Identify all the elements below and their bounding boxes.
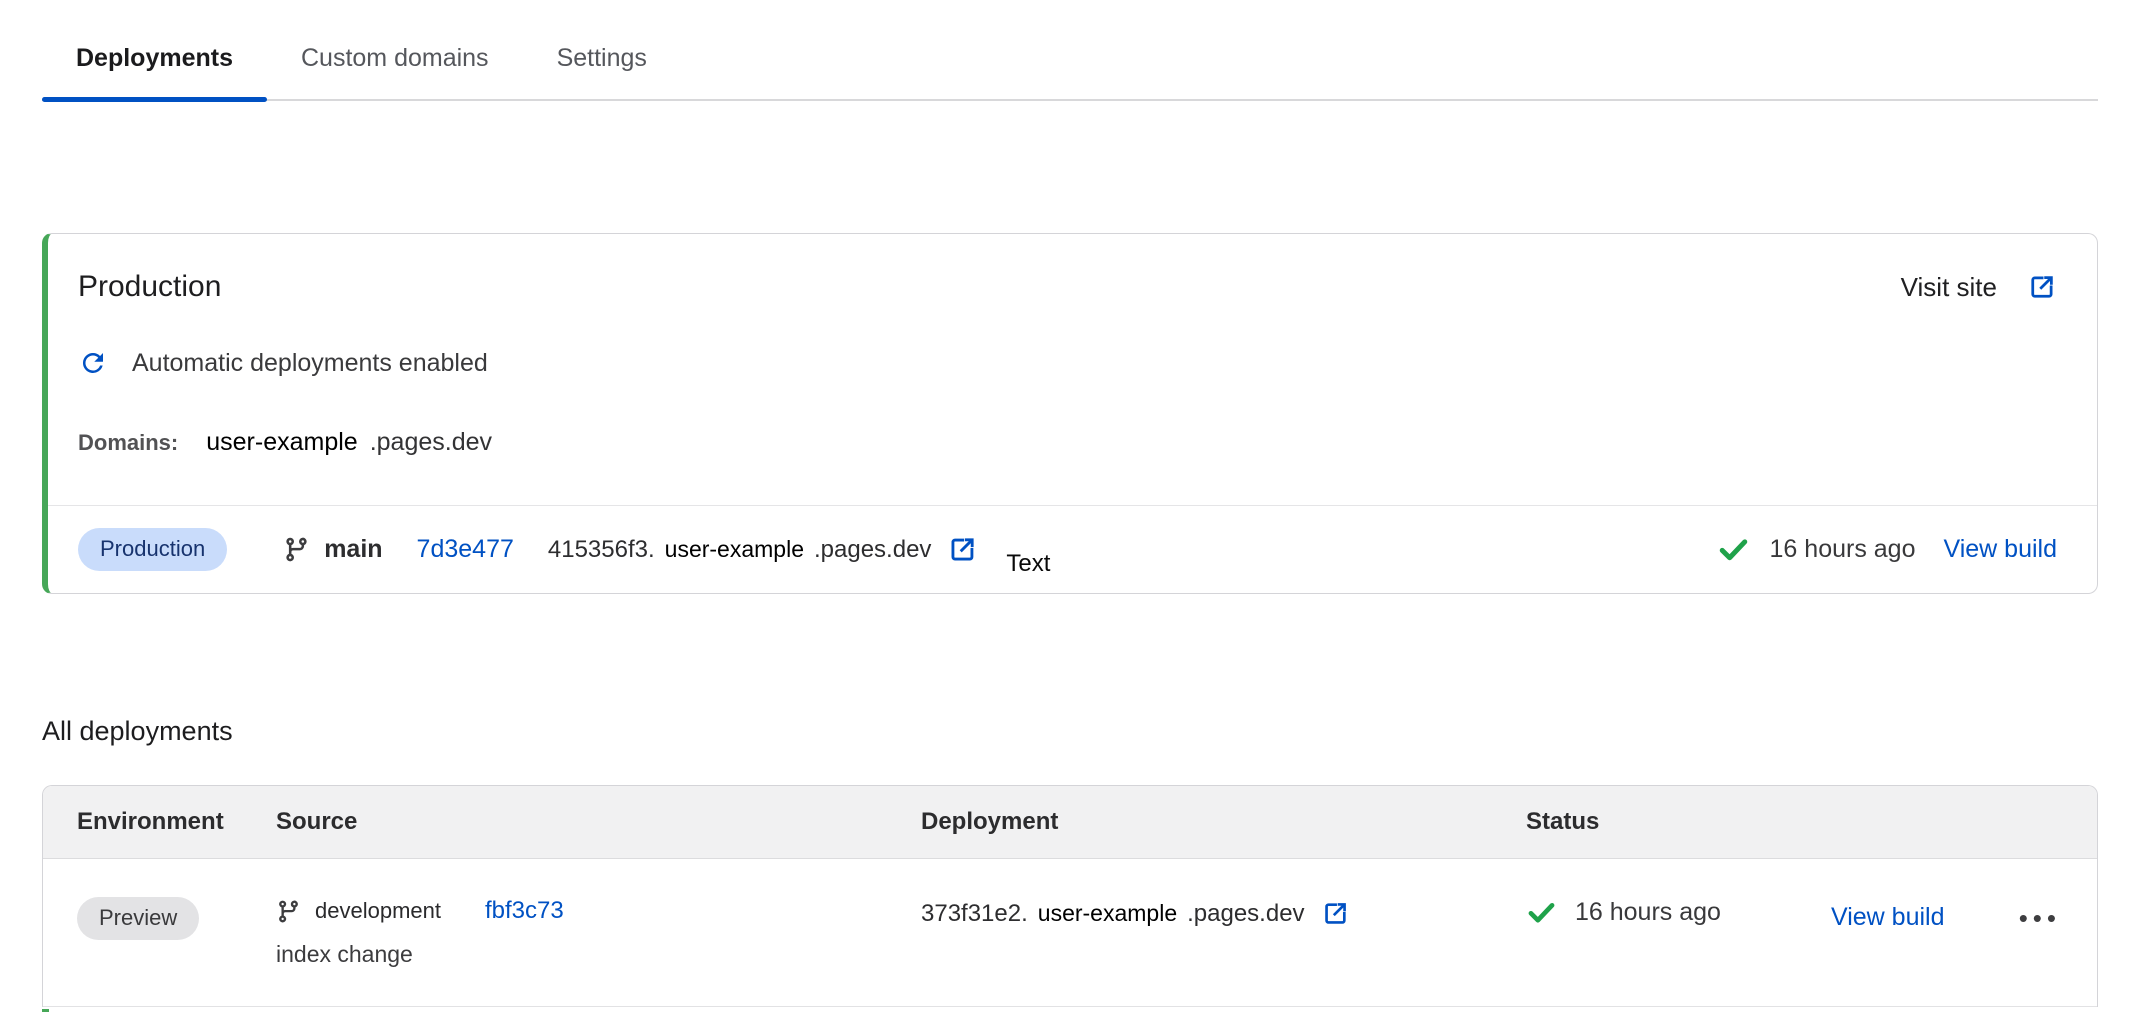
domains-label: Domains: [78,430,178,456]
production-card-main: Production Visit site [48,234,2097,505]
all-deployments-heading: All deployments [42,716,2098,747]
git-branch-icon [276,899,301,924]
commit-link[interactable]: fbf3c73 [485,897,564,925]
external-link-icon[interactable] [1321,899,1350,928]
commit-message: index change [276,941,921,968]
tab-custom-domains[interactable]: Custom domains [267,28,523,99]
deploy-time: 16 hours ago [1770,535,1916,564]
view-build-link[interactable]: View build [1831,903,1945,931]
row-menu-button[interactable]: ••• [2019,897,2061,931]
column-header-environment: Environment [77,808,276,836]
tab-settings[interactable]: Settings [523,28,681,99]
deployments-table-header: Environment Source Deployment Status [43,786,2097,859]
production-card-title: Production [78,270,221,304]
production-deployment-row: Production main 7d3e477 415356f3. user-e… [48,505,2097,593]
deployment-url-suffix: .pages.dev [1187,900,1304,928]
environment-badge-production: Production [78,528,227,571]
cell-view-build: View build [1831,897,1987,932]
production-card: Production Visit site [42,233,2098,594]
deployment-url-suffix: .pages.dev [814,536,931,564]
cell-source: development fbf3c73 index change [276,897,921,968]
commit-link[interactable]: 7d3e477 [417,535,514,564]
deploy-time: 16 hours ago [1575,898,1721,927]
deployment-url-prefix: 373f31e2. [921,900,1028,928]
table-row: Preview development fbf3c73 index change… [43,859,2097,1007]
domain-suffix: .pages.dev [370,428,492,457]
environment-badge-preview: Preview [77,897,199,940]
refresh-icon [78,348,108,378]
deployment-url: 415356f3. user-example .pages.dev [548,534,979,565]
column-header-status: Status [1526,808,1831,836]
cell-row-menu: ••• [1987,897,2097,932]
column-header-source: Source [276,808,921,836]
pages-project-screen: Deployments Custom domains Settings Prod… [0,0,2132,1012]
tab-deployments[interactable]: Deployments [42,28,267,99]
visit-site-label: Visit site [1901,272,1997,303]
tab-bar: Deployments Custom domains Settings [42,0,2098,101]
cell-status: 16 hours ago [1526,897,1831,928]
view-build-link[interactable]: View build [1943,535,2057,564]
deployment-url-prefix: 415356f3. [548,536,655,564]
visit-site-link[interactable]: Visit site [1901,272,2057,303]
deployment-url-name: user-example [1038,900,1177,927]
column-header-deployment: Deployment [921,808,1526,836]
check-icon [1526,897,1557,928]
external-link-icon [2027,272,2057,302]
deployment-url-name: user-example [665,536,804,563]
external-link-icon[interactable] [947,534,978,565]
git-branch-icon [283,536,310,563]
cell-deployment: 373f31e2. user-example .pages.dev [921,897,1526,928]
check-icon [1717,533,1750,566]
branch-name: main [324,535,382,564]
domain-name: user-example [206,428,357,457]
annotation-text: Text [1006,550,1050,578]
deployments-table: Environment Source Deployment Status Pre… [42,785,2098,1007]
automatic-deployments-text: Automatic deployments enabled [132,349,488,378]
branch-name: development [315,898,441,924]
cell-environment: Preview [77,897,276,940]
